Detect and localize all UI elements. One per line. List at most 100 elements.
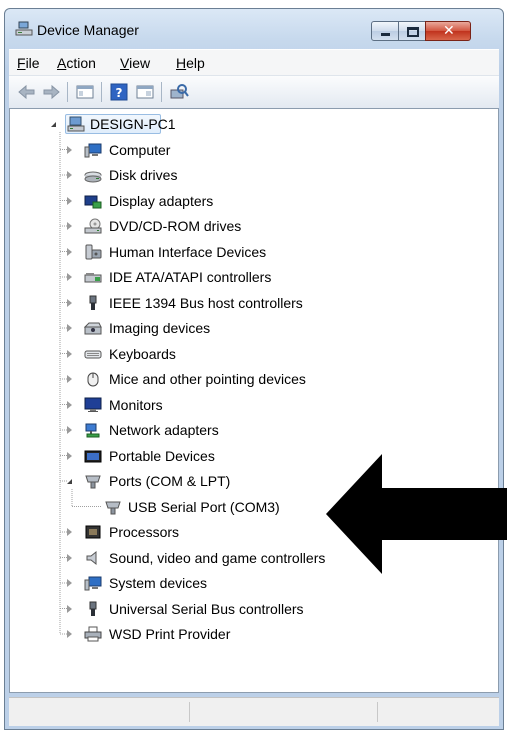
tree-item-network-adapters[interactable]: Network adapters xyxy=(10,420,498,440)
tree-item-dvd-cd-rom-drives[interactable]: DVD/CD-ROM drives xyxy=(10,216,498,236)
menu-help[interactable]: Help xyxy=(176,55,205,71)
system-device-icon xyxy=(84,576,102,591)
expand-arrow-icon[interactable] xyxy=(67,630,72,638)
expand-arrow-icon[interactable] xyxy=(67,451,72,460)
keyboard-icon xyxy=(84,350,102,358)
menu-view-mnemonic: V xyxy=(120,55,130,71)
device-tree[interactable]: DESIGN-PC1 Computer Disk drives Display ada… xyxy=(9,108,499,693)
tree-item-label: Network adapters xyxy=(109,422,219,438)
expand-arrow-icon[interactable] xyxy=(67,604,72,613)
collapse-arrow-icon[interactable] xyxy=(67,479,72,484)
title-bar[interactable]: Device Manager ✕ xyxy=(5,9,503,47)
firewire-icon xyxy=(89,295,97,310)
tree-item-label: Processors xyxy=(109,524,180,540)
expand-arrow-icon[interactable] xyxy=(67,553,72,562)
minimize-icon xyxy=(381,33,390,36)
expand-arrow-icon[interactable] xyxy=(67,579,72,587)
menu-action-label: ction xyxy=(66,55,96,71)
usb-icon xyxy=(89,601,97,616)
tree-item-design-pc1[interactable]: DESIGN-PC1 xyxy=(10,114,498,134)
tree-item-ide-ata-atapi-controllers[interactable]: IDE ATA/ATAPI controllers xyxy=(10,267,498,287)
tree-item-wsd-print-provider[interactable]: WSD Print Provider xyxy=(10,624,498,644)
toolbar-separator xyxy=(67,82,68,102)
tree-item-label: Display adapters xyxy=(109,192,214,209)
tree-item-ieee-1394-bus-host-controllers[interactable]: IEEE 1394 Bus host controllers xyxy=(10,293,498,313)
scan-hardware-icon[interactable] xyxy=(169,82,189,102)
network-adapter-icon xyxy=(85,423,100,438)
portable-device-icon xyxy=(84,450,102,462)
computer-network-icon xyxy=(67,116,85,132)
tree-item-display-adapters[interactable]: Display adapters xyxy=(10,191,498,211)
display-adapter-icon xyxy=(84,195,102,208)
tree-item-label: Monitors xyxy=(109,396,163,413)
menu-help-mnemonic: H xyxy=(176,55,187,71)
minimize-button[interactable] xyxy=(371,21,399,41)
expand-arrow-icon[interactable] xyxy=(67,171,72,179)
help-icon[interactable]: ? xyxy=(109,82,129,102)
monitor-icon xyxy=(84,397,102,412)
tree-item-computer[interactable]: Computer xyxy=(10,140,498,160)
status-bar xyxy=(9,697,499,726)
tree-item-mice-and-other-pointing-devices[interactable]: Mice and other pointing devices xyxy=(10,369,498,389)
tree-item-label: IDE ATA/ATAPI controllers xyxy=(109,269,272,285)
tree-item-universal-serial-bus-controllers[interactable]: Universal Serial Bus controllers xyxy=(10,599,498,619)
tree-item-label: Universal Serial Bus controllers xyxy=(109,600,304,617)
expand-arrow-icon[interactable] xyxy=(67,222,72,230)
tree-item-label: Imaging devices xyxy=(109,320,211,336)
tree-item-keyboards[interactable]: Keyboards xyxy=(10,344,498,364)
status-cell-2 xyxy=(191,702,378,722)
tree-item-imaging-devices[interactable]: Imaging devices xyxy=(10,318,498,338)
tree-item-system-devices[interactable]: System devices xyxy=(10,573,498,593)
processor-icon xyxy=(85,525,101,539)
dvd-drive-icon xyxy=(84,218,102,234)
menu-file-mnemonic: F xyxy=(17,55,26,71)
tree-item-label: Portable Devices xyxy=(109,447,215,464)
properties-icon[interactable] xyxy=(135,82,155,102)
tree-item-label: Mice and other pointing devices xyxy=(109,371,306,387)
menu-bar: File Action View Help xyxy=(9,49,499,76)
menu-file[interactable]: File xyxy=(17,55,40,71)
menu-action[interactable]: Action xyxy=(57,55,96,71)
svg-text:?: ? xyxy=(116,86,123,100)
expand-arrow-icon[interactable] xyxy=(67,196,72,205)
black-arrow-icon xyxy=(326,454,507,574)
expand-arrow-icon[interactable] xyxy=(67,145,72,154)
menu-help-label: elp xyxy=(186,55,205,71)
collapse-arrow-icon[interactable] xyxy=(51,122,56,127)
tree-item-label: IEEE 1394 Bus host controllers xyxy=(109,294,303,311)
expand-arrow-icon[interactable] xyxy=(67,324,72,332)
expand-arrow-icon[interactable] xyxy=(67,375,72,383)
close-button[interactable]: ✕ xyxy=(425,21,471,41)
tree-item-monitors[interactable]: Monitors xyxy=(10,395,498,415)
tree-item-label: DESIGN-PC1 xyxy=(90,116,176,132)
back-arrow-icon[interactable] xyxy=(17,82,37,102)
maximize-button[interactable] xyxy=(398,21,426,41)
hid-icon xyxy=(85,244,102,259)
expand-arrow-icon[interactable] xyxy=(67,273,72,281)
serial-port-icon xyxy=(105,501,121,514)
port-icon xyxy=(85,475,101,489)
computer-icon xyxy=(84,143,102,157)
ide-controller-icon xyxy=(84,273,102,283)
tree-item-label: Keyboards xyxy=(109,345,176,362)
imaging-device-icon xyxy=(84,322,102,335)
menu-view-label: iew xyxy=(129,55,151,71)
show-hide-console-tree-icon[interactable] xyxy=(75,82,95,102)
tree-item-label: DVD/CD-ROM drives xyxy=(109,218,242,234)
menu-view[interactable]: View xyxy=(120,55,150,71)
expand-arrow-icon[interactable] xyxy=(67,528,72,536)
mouse-icon xyxy=(87,372,99,387)
expand-arrow-icon[interactable] xyxy=(67,298,72,307)
forward-arrow-icon[interactable] xyxy=(41,82,61,102)
device-manager-app-icon xyxy=(15,21,33,36)
expand-arrow-icon[interactable] xyxy=(67,400,72,409)
tree-item-label: USB Serial Port (COM3) xyxy=(128,498,280,515)
tree-item-disk-drives[interactable]: Disk drives xyxy=(10,165,498,185)
tree-item-human-interface-devices[interactable]: Human Interface Devices xyxy=(10,242,498,262)
tree-item-label: Ports (COM & LPT) xyxy=(109,473,231,489)
toolbar-separator xyxy=(101,82,102,102)
toolbar-separator xyxy=(161,82,162,102)
expand-arrow-icon[interactable] xyxy=(67,349,72,358)
expand-arrow-icon[interactable] xyxy=(67,247,72,256)
expand-arrow-icon[interactable] xyxy=(67,426,72,434)
